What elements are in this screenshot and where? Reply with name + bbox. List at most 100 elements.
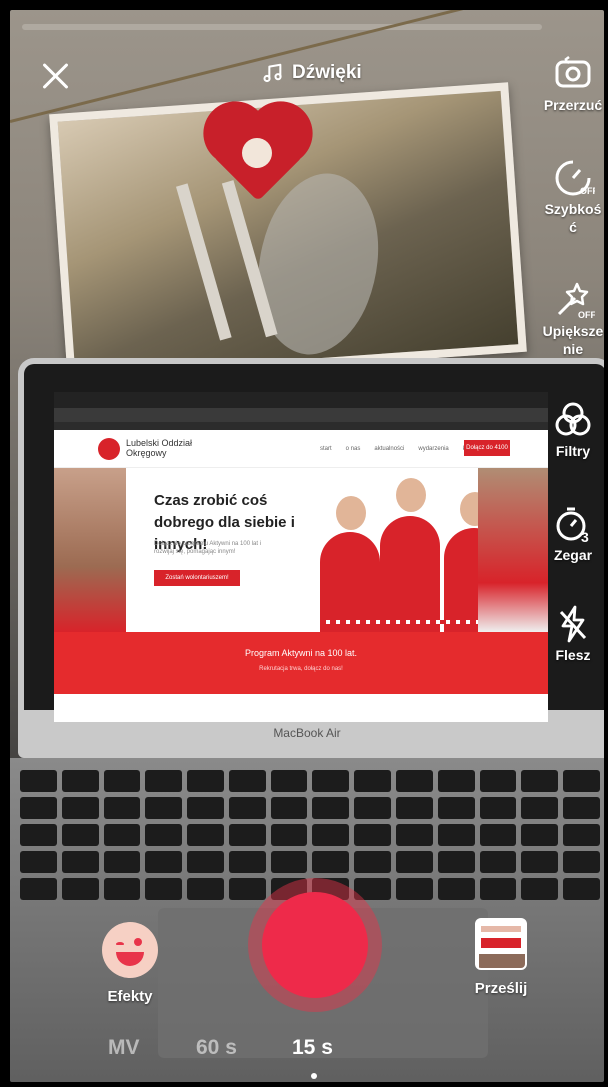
effects-eye-wink	[116, 942, 124, 946]
keyboard-key	[20, 851, 57, 873]
browser-address-bar	[54, 408, 548, 422]
keyboard-key	[354, 770, 392, 792]
keyboard-key	[228, 851, 266, 873]
record-mode-selector: MV 60 s 15 s	[0, 1036, 608, 1066]
site-nav-item: start	[320, 446, 332, 452]
keyboard-key	[437, 770, 475, 792]
upload-button[interactable]: Prześlij	[466, 918, 536, 997]
keyboard-key	[61, 878, 99, 900]
keyboard-key	[20, 797, 57, 819]
keyboard-key	[145, 824, 183, 846]
timer-3-icon: 3	[556, 507, 589, 545]
speed-label: Szybkość	[544, 201, 602, 235]
keyboard-key	[61, 851, 99, 873]
site-header: Lubelski Oddział Okręgowy start o nas ak…	[54, 430, 548, 468]
close-icon[interactable]	[40, 60, 72, 92]
keyboard-key	[187, 878, 224, 900]
keyboard-key	[228, 824, 266, 846]
mode-15s[interactable]: 15 s	[292, 1036, 333, 1060]
filters-label: Filtry	[555, 443, 591, 459]
keyboard-key	[479, 878, 517, 900]
keyboard-key	[437, 824, 475, 846]
speed-button[interactable]: OFF Szybkość	[538, 156, 608, 236]
thumb-strip	[481, 926, 521, 932]
sounds-button[interactable]: Dźwięki	[262, 62, 362, 84]
hero-left-photo	[54, 468, 126, 632]
keyboard-key	[396, 770, 433, 792]
keyboard-key	[312, 770, 350, 792]
site-nav-item: o nas	[345, 446, 361, 452]
site-nav: start o nas aktualności wydarzenia konta…	[320, 446, 482, 452]
effects-button[interactable]: Efekty	[100, 922, 160, 1005]
keyboard-key	[145, 851, 183, 873]
volunteer-figure	[320, 532, 380, 632]
beauty-label: Upiększenie	[542, 323, 604, 357]
keyboard-key	[479, 770, 517, 792]
keyboard-key	[563, 851, 600, 873]
filters-icon	[555, 402, 591, 436]
keyboard-key	[354, 797, 392, 819]
filters-button[interactable]: Filtry	[538, 398, 608, 460]
keyboard-key	[396, 878, 433, 900]
flash-button[interactable]: Flesz	[538, 602, 608, 664]
mode-mv[interactable]: MV	[108, 1036, 140, 1060]
beauty-button[interactable]: OFF Upiększenie	[538, 278, 608, 358]
keyboard-key	[479, 824, 517, 846]
keyboard-key	[145, 770, 183, 792]
keyboard-key	[20, 824, 57, 846]
effects-face-icon	[102, 922, 158, 978]
photo-bridge-pylon	[175, 183, 232, 341]
off-badge: OFF	[580, 186, 595, 196]
keyboard-key	[228, 770, 266, 792]
sounds-label: Dźwięki	[292, 62, 362, 83]
keyboard-key	[103, 770, 141, 792]
site-nav-item: aktualności	[374, 446, 405, 452]
keyboard-key	[228, 878, 266, 900]
keyboard-key	[270, 797, 308, 819]
keyboard-key	[521, 797, 559, 819]
keyboard-key	[521, 824, 559, 846]
timer-button[interactable]: 3 Zegar	[538, 502, 608, 564]
keyboard-key	[396, 824, 433, 846]
banner-subtitle: Rekrutacja trwa, dołącz do nas!	[259, 666, 343, 672]
keyboard-key	[437, 797, 475, 819]
browser-tabs	[54, 392, 548, 408]
hero-subtitle: Dołącz do programu Aktywni na 100 lat i …	[154, 541, 262, 555]
flip-camera-icon	[555, 56, 591, 88]
keyboard-key	[61, 770, 99, 792]
keyboard-key	[61, 797, 99, 819]
record-button[interactable]	[262, 892, 368, 998]
keyboard-key	[145, 797, 183, 819]
heart-button	[242, 138, 272, 168]
laptop-brand-label: MacBook Air	[273, 726, 341, 740]
keyboard-key	[312, 824, 350, 846]
keyboard-key	[396, 851, 433, 873]
keyboard-key	[521, 878, 559, 900]
keyboard-key	[103, 797, 141, 819]
keyboard-key	[312, 851, 350, 873]
flip-camera-label: Przerzuć	[543, 97, 603, 113]
effects-label: Efekty	[107, 988, 153, 1005]
keyboard-key	[103, 878, 141, 900]
keyboard-key	[187, 797, 224, 819]
effects-eye	[134, 938, 142, 946]
site-nav-item: wydarzenia	[418, 446, 449, 452]
keyboard-key	[479, 797, 517, 819]
speed-off-icon: OFF	[555, 160, 595, 196]
volunteer-head	[396, 478, 426, 512]
keyboard-key	[354, 851, 392, 873]
keyboard-key	[437, 878, 475, 900]
music-note-icon	[263, 63, 282, 83]
volunteer-head	[336, 496, 366, 530]
beauty-off-icon: OFF	[557, 282, 595, 320]
mode-60s[interactable]: 60 s	[196, 1036, 237, 1060]
keyboard-key	[270, 851, 308, 873]
keyboard-key	[187, 770, 224, 792]
flash-label: Flesz	[555, 647, 591, 663]
red-cross-logo	[98, 438, 120, 460]
effects-mouth	[116, 952, 144, 966]
browser-window: Lubelski Oddział Okręgowy start o nas ak…	[54, 392, 548, 722]
flip-camera-button[interactable]: Przerzuć	[538, 52, 608, 114]
keyboard-key	[521, 851, 559, 873]
site-join-button: Dołącz do 4100	[464, 440, 510, 456]
